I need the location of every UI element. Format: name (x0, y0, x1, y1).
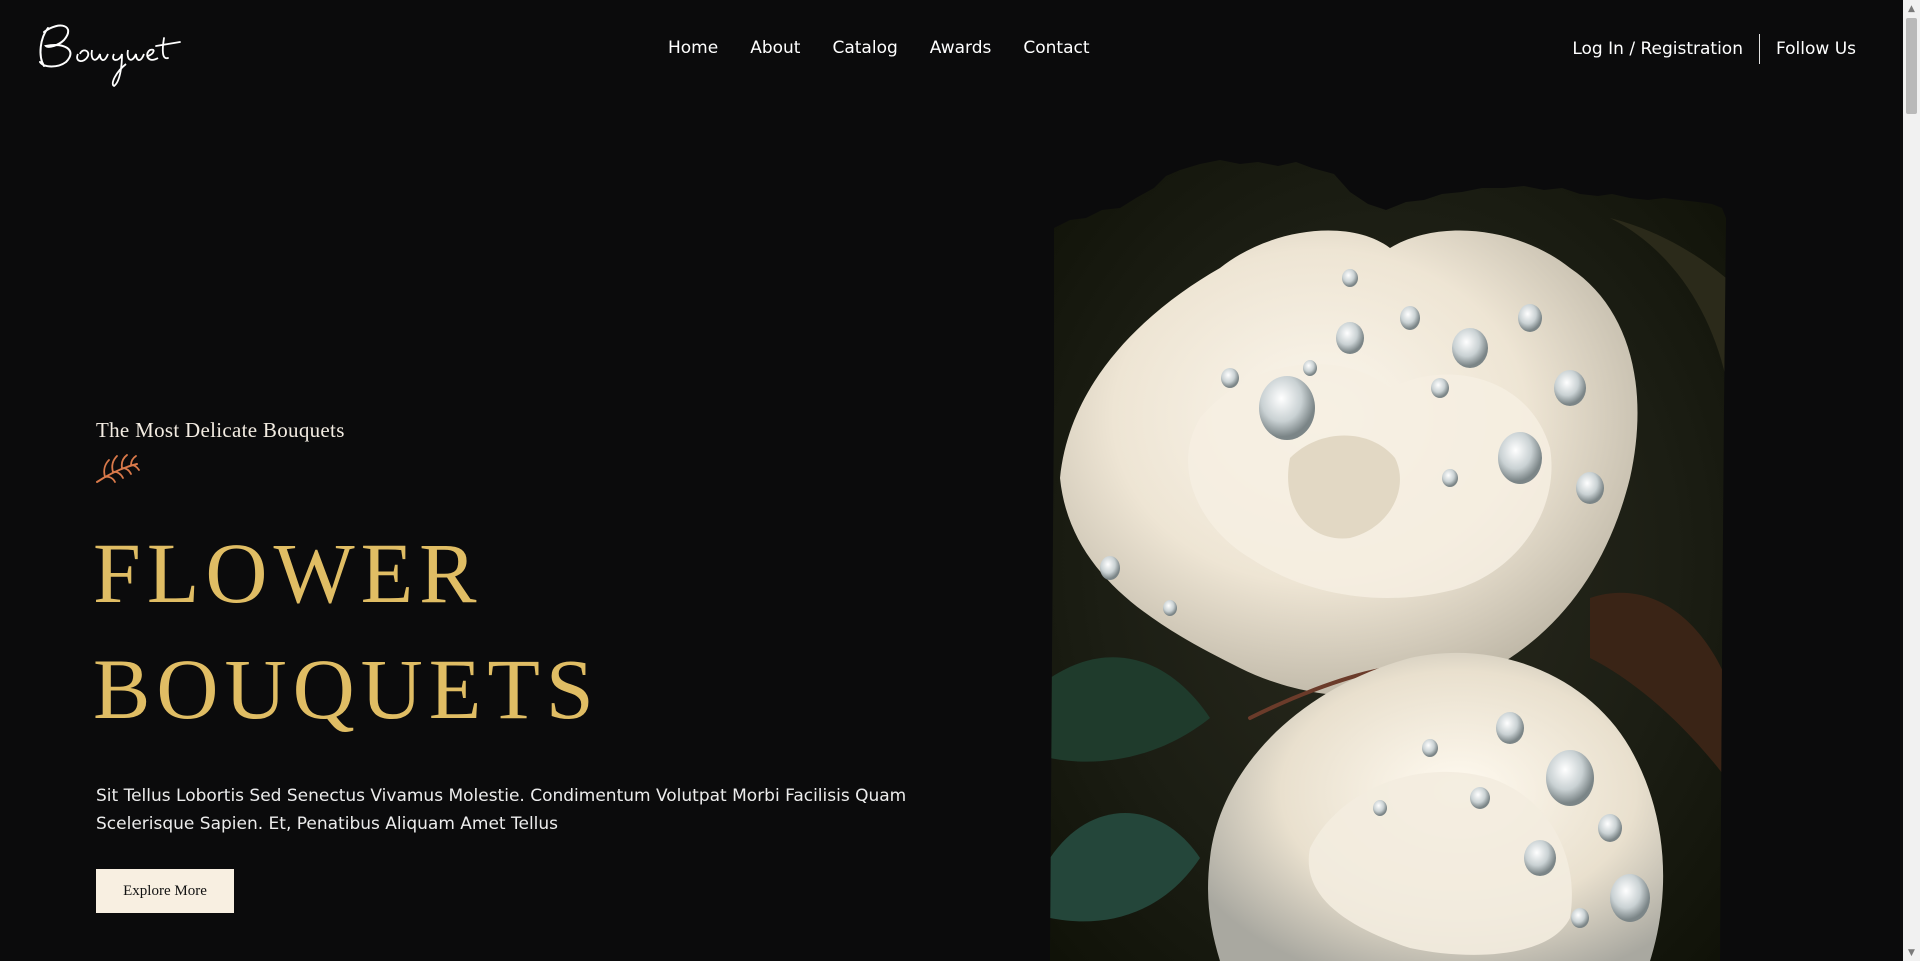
header-divider (1758, 34, 1760, 64)
nav-about[interactable]: About (750, 36, 800, 60)
scroll-down-icon[interactable]: ▼ (1903, 944, 1920, 961)
scroll-up-icon[interactable]: ▲ (1903, 0, 1920, 17)
follow-link[interactable]: Follow Us (1776, 37, 1856, 61)
headline-line-1: FLOWER (93, 525, 483, 621)
nav-contact[interactable]: Contact (1023, 36, 1089, 60)
hero-headline: FLOWER BOUQUETS (93, 515, 600, 747)
hero-description: Sit Tellus Lobortis Sed Senectus Vivamus… (96, 786, 907, 834)
login-link[interactable]: Log In / Registration (1572, 37, 1743, 61)
header-actions: Log In / Registration Follow Us (1572, 34, 1856, 64)
hero-eyebrow: The Most Delicate Bouquets (96, 418, 345, 442)
rose-photo-icon (1050, 160, 1726, 961)
scroll-thumb[interactable] (1906, 18, 1917, 114)
explore-more-button[interactable]: Explore More (96, 869, 234, 913)
main-nav: Home About Catalog Awards Contact (668, 36, 1122, 60)
hero-rose-photo (1050, 158, 1726, 961)
nav-awards[interactable]: Awards (930, 36, 992, 60)
sprig-icon (96, 454, 140, 483)
nav-home[interactable]: Home (668, 36, 718, 60)
logo-script-icon (39, 24, 181, 88)
page: Home About Catalog Awards Contact Log In… (0, 0, 1920, 961)
page-scrollbar[interactable]: ▲ ▼ (1903, 0, 1920, 961)
nav-catalog[interactable]: Catalog (832, 36, 897, 60)
logo[interactable] (30, 10, 190, 90)
headline-line-2: BOUQUETS (93, 641, 600, 737)
